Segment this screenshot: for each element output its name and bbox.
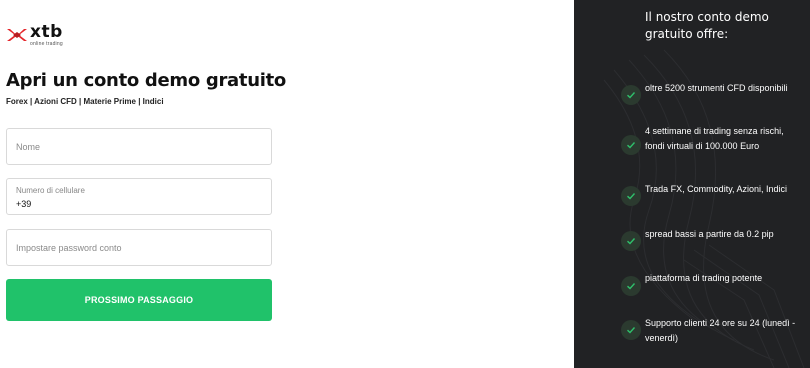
market-categories: Forex | Azioni CFD | Materie Prime | Ind… (6, 97, 164, 106)
phone-input[interactable] (7, 197, 271, 211)
check-icon (621, 276, 641, 296)
check-icon (621, 135, 641, 155)
benefit-item: Trada FX, Commodity, Azioni, Indici (621, 182, 800, 206)
logo-wordmark: xtb (30, 22, 63, 42)
xtb-logo[interactable]: xtb online trading (6, 24, 63, 47)
signup-form-panel: xtb online trading Apri un conto demo gr… (0, 0, 574, 368)
logo-tagline: online trading (30, 41, 63, 47)
name-input[interactable] (7, 129, 271, 164)
password-input[interactable] (7, 230, 271, 265)
phone-field[interactable]: Numero di cellulare (6, 178, 272, 215)
benefit-text: spread bassi a partire da 0.2 pip (645, 229, 774, 239)
check-icon (621, 186, 641, 206)
benefit-text: oltre 5200 strumenti CFD disponibili (645, 83, 788, 93)
benefit-item: 4 settimane di trading senza rischi, fon… (621, 124, 800, 155)
benefit-item: Supporto clienti 24 ore su 24 (lunedì - … (621, 316, 800, 346)
check-icon (621, 320, 641, 340)
benefit-text: 4 settimane di trading senza rischi, fon… (645, 126, 784, 151)
next-step-button[interactable]: PROSSIMO PASSAGGIO (6, 279, 272, 321)
benefit-item: piattaforma di trading potente (621, 271, 800, 296)
benefit-text: piattaforma di trading potente (645, 273, 763, 283)
xtb-logo-icon (6, 24, 28, 46)
benefit-text: Supporto clienti 24 ore su 24 (lunedì - … (645, 318, 796, 343)
page-title: Apri un conto demo gratuito (6, 70, 286, 91)
name-field[interactable] (6, 128, 272, 165)
benefit-text: Trada FX, Commodity, Azioni, Indici (645, 184, 788, 194)
benefits-panel: Il nostro conto demo gratuito offre: olt… (574, 0, 810, 368)
check-icon (621, 231, 641, 251)
benefit-item: spread bassi a partire da 0.2 pip (621, 227, 800, 251)
benefit-item: oltre 5200 strumenti CFD disponibili (621, 81, 800, 105)
check-icon (621, 85, 641, 105)
password-field[interactable] (6, 229, 272, 266)
phone-label: Numero di cellulare (16, 186, 85, 195)
benefits-heading: Il nostro conto demo gratuito offre: (645, 10, 769, 41)
